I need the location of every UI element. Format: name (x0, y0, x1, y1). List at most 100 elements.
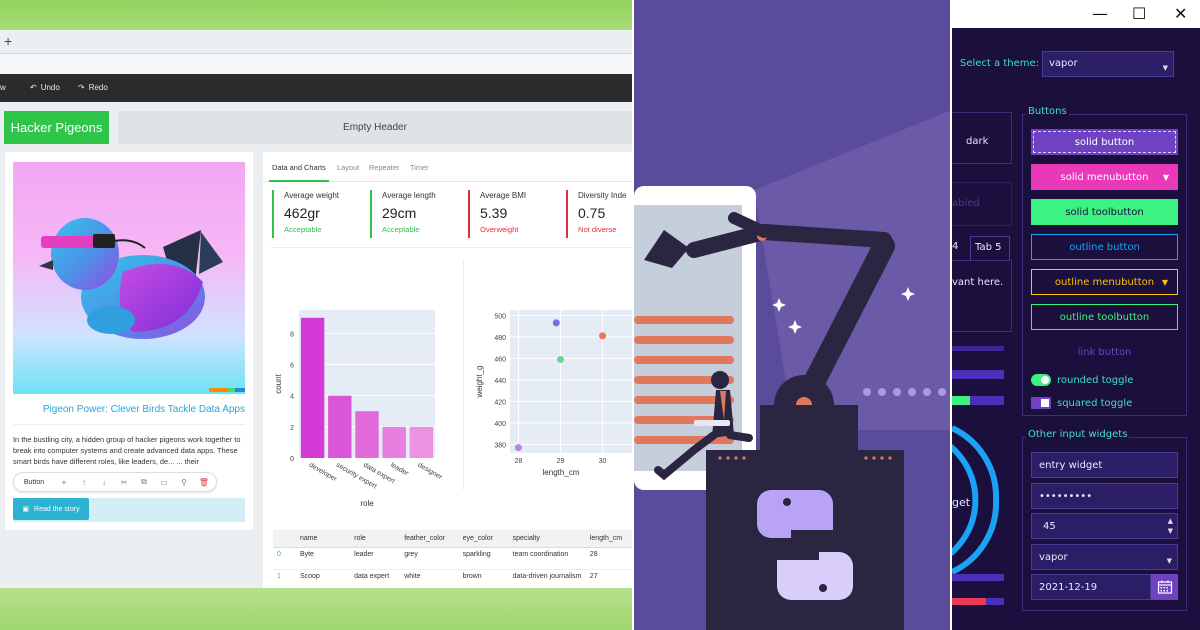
column-header[interactable]: eye_color (458, 530, 509, 548)
undo-button[interactable]: ↶ Undo (30, 83, 60, 92)
tab-repeater[interactable]: Repeater (369, 163, 399, 172)
y-tick-label: 8 (290, 331, 294, 338)
scale-fill (952, 598, 986, 605)
progress-bar-2 (952, 370, 1004, 379)
add-icon[interactable]: + (54, 478, 74, 487)
scale-2[interactable] (952, 598, 1004, 605)
column-header[interactable]: name (295, 530, 351, 548)
x-tick-label: leader (389, 462, 410, 478)
maximize-icon[interactable]: ☐ (1132, 4, 1146, 23)
outline-button[interactable]: outline button (1031, 234, 1178, 260)
move-up-icon[interactable]: ↑ (74, 478, 94, 487)
new-tab-icon[interactable]: + (4, 33, 12, 49)
bar (328, 395, 352, 458)
tab-data-and-charts[interactable]: Data and Charts (272, 163, 326, 172)
solid-button[interactable]: solid button (1031, 129, 1178, 155)
metric-status: Acceptable (284, 225, 322, 234)
entry-widget[interactable]: entry widget (1031, 452, 1178, 478)
solid-menubutton-label: solid menubutton (1060, 171, 1149, 183)
column-header[interactable]: role (350, 530, 401, 548)
metric-status: Overweight (480, 225, 519, 234)
password-field[interactable]: ••••••••• (1031, 483, 1178, 509)
scissors-icon[interactable]: ✂ (114, 478, 134, 487)
entry-widget-value: entry widget (1039, 460, 1103, 471)
read-story-button[interactable]: ▣ Read the story (13, 498, 89, 520)
metric-value: 5.39 (480, 205, 508, 221)
combobox-value: vapor (1039, 552, 1068, 563)
outline-button-label: outline button (1069, 241, 1140, 253)
tab-4[interactable]: 4 (952, 241, 958, 252)
metric-status: Acceptable (382, 225, 420, 234)
y-tick-label: 0 (290, 456, 294, 463)
metric-label: Diversity Inde (578, 191, 627, 200)
delete-icon[interactable]: 🗑 (194, 478, 214, 487)
solid-toolbutton[interactable]: solid toolbutton (1031, 199, 1178, 225)
dark-button[interactable]: dark (966, 136, 988, 147)
bar (300, 317, 325, 458)
ttkbootstrap-window: — ☐ ✕ Select a theme: vapor ▼ dark abled… (950, 0, 1200, 630)
y-tick-label: 480 (494, 335, 506, 342)
theme-select[interactable]: vapor ▼ (1042, 51, 1174, 77)
table-cell: sparkling (458, 547, 509, 570)
metric-value: 462gr (284, 205, 320, 221)
pigeon-image (13, 162, 245, 394)
squared-toggle[interactable]: squared toggle (1031, 397, 1132, 409)
combobox[interactable]: vapor ▼ (1031, 544, 1178, 570)
story-title[interactable]: Pigeon Power: Clever Birds Tackle Data A… (13, 404, 245, 415)
robot-arm-illustration (634, 110, 950, 630)
tab-layout[interactable]: Layout (337, 163, 359, 172)
column-header[interactable]: specialty (508, 530, 586, 548)
outline-toolbutton[interactable]: outline toolbutton (1031, 304, 1178, 330)
pigeon-table: name role feather_color eye_color specia… (273, 530, 632, 592)
y-tick-label: 380 (494, 442, 506, 449)
squared-toggle-switch[interactable] (1031, 397, 1051, 409)
caret-down-icon: ▼ (1161, 277, 1168, 287)
rounded-toggle-switch[interactable] (1031, 374, 1051, 386)
calendar-button[interactable] (1151, 574, 1178, 600)
meter-label: get (952, 496, 971, 509)
read-story-label: Read the story (34, 505, 80, 513)
redo-button[interactable]: ↷ Redo (78, 83, 108, 92)
scale-1[interactable] (952, 574, 1004, 581)
column-header[interactable] (273, 530, 296, 548)
disabled-button: abled (952, 198, 980, 209)
x-tick-label: 28 (515, 458, 523, 465)
solid-menubutton[interactable]: solid menubutton ▼ (1031, 164, 1178, 190)
y-axis-label: count (274, 373, 283, 393)
copy-icon[interactable]: ⧉ (134, 477, 154, 487)
metric-label: Average length (382, 191, 436, 200)
undo-icon: ↶ (30, 83, 37, 92)
spinbox[interactable]: 45 ▲ ▼ (1031, 513, 1178, 539)
rounded-toggle[interactable]: rounded toggle (1031, 374, 1133, 386)
story-card: Pigeon Power: Clever Birds Tackle Data A… (5, 152, 253, 530)
link-button-label: link button (1077, 346, 1132, 358)
paste-icon[interactable]: ▭ (154, 478, 174, 487)
chevron-down-icon: ▼ (1162, 64, 1168, 72)
toolbar-button[interactable]: Button (14, 479, 54, 486)
toolbar-cut-label: w (0, 83, 6, 92)
brand-title[interactable]: Hacker Pigeons (4, 111, 109, 144)
split-icon[interactable]: ⚲ (174, 478, 194, 487)
table-row[interactable]: 0 Byte leader grey sparkling team coordi… (273, 547, 632, 570)
tab-5[interactable]: Tab 5 (970, 236, 1010, 260)
table-cell: 28 (585, 547, 632, 570)
bar (382, 426, 406, 458)
spin-arrows-icon[interactable]: ▲ ▼ (1168, 516, 1173, 536)
metric-label: Average weight (284, 191, 339, 200)
y-tick-label: 460 (494, 356, 506, 363)
move-down-icon[interactable]: ↓ (94, 478, 114, 487)
hacker-pigeons-screenshot: + w ↶ Undo ↷ Redo Hacker Pigeons Empty Hea… (0, 0, 632, 630)
minimize-icon[interactable]: — (1092, 4, 1108, 23)
date-entry[interactable]: 2021-12-19 (1031, 574, 1151, 600)
toolbar-cut[interactable]: w (0, 83, 6, 92)
close-icon[interactable]: ✕ (1174, 4, 1187, 23)
scatter-point (599, 332, 607, 340)
link-button[interactable]: link button (1031, 339, 1178, 365)
story-divider (13, 424, 245, 425)
empty-header: Empty Header (118, 111, 632, 144)
column-header[interactable]: length_cm (585, 530, 632, 548)
column-header[interactable]: feather_color (400, 530, 459, 548)
outline-menubutton[interactable]: outline menubutton ▼ (1031, 269, 1178, 295)
plot-area (510, 310, 632, 453)
tab-timer[interactable]: Timer (410, 163, 429, 172)
